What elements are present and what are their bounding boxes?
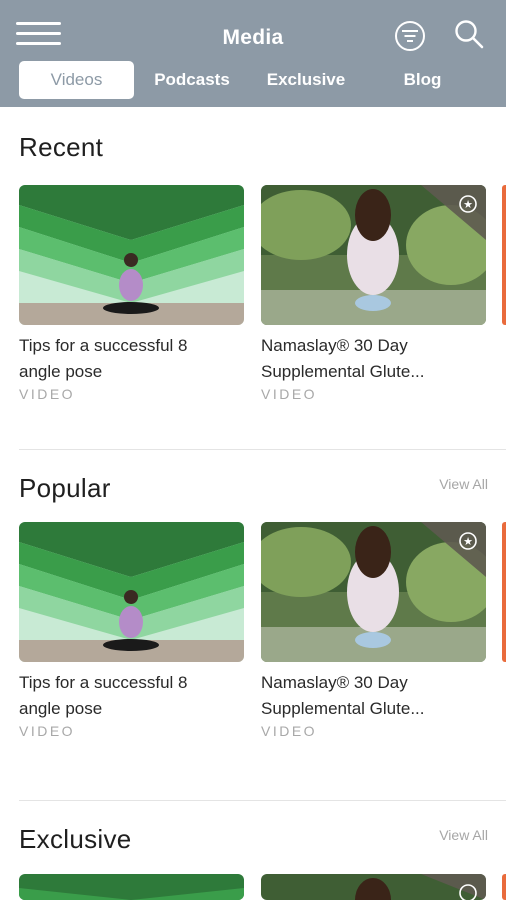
card-title: Tips for a successful 8 angle pose	[19, 333, 249, 385]
view-all-popular-link[interactable]: View All	[439, 476, 488, 492]
video-thumbnail	[19, 185, 244, 325]
card-title-line1: Tips for a successful 8	[19, 336, 188, 355]
tab-videos[interactable]: Videos	[19, 61, 134, 99]
view-all-exclusive-link[interactable]: View All	[439, 827, 488, 843]
tab-blog[interactable]: Blog	[380, 61, 465, 99]
card-title-line2: Supplemental Glute...	[261, 362, 425, 381]
section-divider	[19, 449, 506, 450]
card-type-label: VIDEO	[261, 723, 318, 739]
card-title-line1: Namaslay® 30 Day	[261, 673, 408, 692]
section-divider	[19, 800, 506, 801]
card-title: Namaslay® 30 Day Supplemental Glute...	[261, 333, 491, 385]
video-thumbnail: ★	[261, 522, 486, 662]
tab-exclusive[interactable]: Exclusive	[256, 61, 356, 99]
card-type-label: VIDEO	[19, 386, 76, 402]
video-thumbnail: ★	[261, 185, 486, 325]
card-title-line2: angle pose	[19, 362, 103, 381]
section-title-exclusive: Exclusive	[19, 824, 132, 854]
tab-podcasts[interactable]: Podcasts	[143, 61, 241, 99]
svg-text:★: ★	[463, 535, 473, 548]
card-title: Tips for a successful 8 angle pose	[19, 670, 249, 722]
media-tabs: Videos Podcasts Exclusive Blog	[0, 61, 506, 99]
next-card-peek[interactable]	[502, 522, 506, 662]
card-title-line2: Supplemental Glute...	[261, 699, 425, 718]
card-title-line1: Tips for a successful 8	[19, 673, 188, 692]
video-thumbnail	[19, 874, 244, 900]
app-header: Media Videos Podcasts Exclusive Blog	[0, 0, 506, 107]
card-type-label: VIDEO	[19, 723, 76, 739]
card-title-line2: angle pose	[19, 699, 103, 718]
video-thumbnail	[19, 522, 244, 662]
search-icon[interactable]	[453, 18, 485, 50]
section-title-popular: Popular	[19, 473, 111, 503]
next-card-peek[interactable]	[502, 874, 506, 900]
card-title-line1: Namaslay® 30 Day	[261, 336, 408, 355]
svg-text:★: ★	[463, 198, 473, 211]
page-title: Media	[222, 26, 284, 49]
video-thumbnail	[261, 874, 486, 900]
card-type-label: VIDEO	[261, 386, 318, 402]
filter-icon[interactable]	[394, 20, 426, 52]
next-card-peek[interactable]	[502, 185, 506, 325]
card-title: Namaslay® 30 Day Supplemental Glute...	[261, 670, 491, 722]
section-title-recent: Recent	[19, 132, 104, 162]
